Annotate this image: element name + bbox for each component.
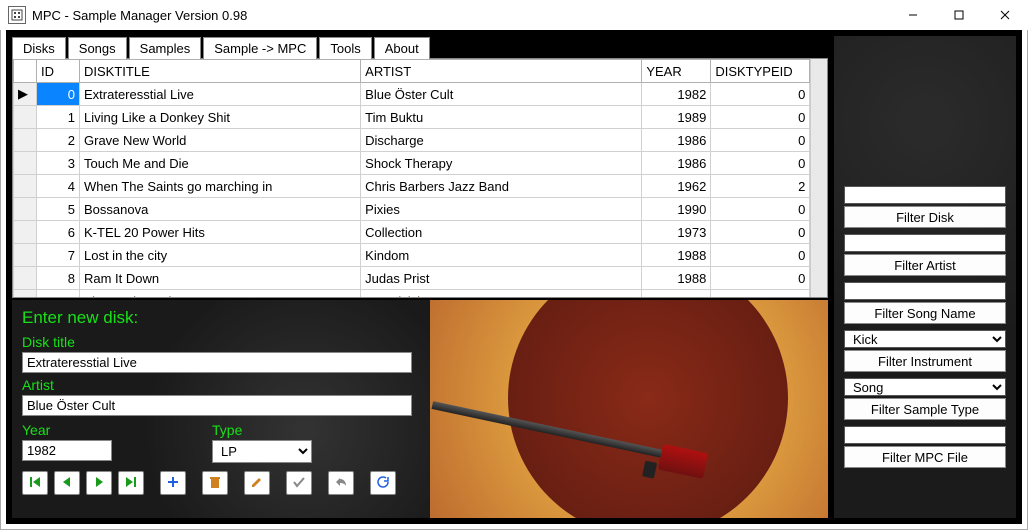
last-icon xyxy=(124,475,138,492)
client-area: DisksSongsSamplesSample -> MPCToolsAbout… xyxy=(6,30,1022,524)
delete-icon xyxy=(208,475,222,492)
undo-button[interactable] xyxy=(328,471,354,495)
filter-mpc-button[interactable]: Filter MPC File xyxy=(844,446,1006,468)
row-indicator xyxy=(14,244,37,267)
maximize-button[interactable] xyxy=(936,0,982,30)
tab-tools[interactable]: Tools xyxy=(319,37,371,59)
disks-grid[interactable]: IDDISKTITLEARTISTYEARDISKTYPEID ▶ 0 Extr… xyxy=(12,58,828,298)
col-disktypeid[interactable]: DISKTYPEID xyxy=(711,60,810,83)
row-indicator xyxy=(14,129,37,152)
row-indicator xyxy=(14,290,37,299)
edit-form: Enter new disk: Disk title Artist Year T… xyxy=(12,300,430,518)
table-row[interactable]: 4 When The Saints go marching inChris Ba… xyxy=(14,175,810,198)
prev-button[interactable] xyxy=(54,471,80,495)
preview-image xyxy=(430,300,828,518)
filter-artist-button[interactable]: Filter Artist xyxy=(844,254,1006,276)
table-row[interactable]: 2 Grave New WorldDischarge 19860 xyxy=(14,129,810,152)
row-indicator xyxy=(14,221,37,244)
table-row[interactable]: 8 Ram It DownJudas Prist 19880 xyxy=(14,267,810,290)
window-title: MPC - Sample Manager Version 0.98 xyxy=(32,8,890,23)
instrument-select[interactable]: Kick xyxy=(844,330,1006,348)
col-artist[interactable]: ARTIST xyxy=(361,60,642,83)
type-select[interactable]: LP xyxy=(212,440,312,463)
next-icon xyxy=(92,475,106,492)
tab-about[interactable]: About xyxy=(374,37,430,59)
artist-label: Artist xyxy=(22,377,420,393)
row-indicator xyxy=(14,152,37,175)
table-row[interactable]: ▶ 0 Extrateresstial LiveBlue Öster Cult … xyxy=(14,83,810,106)
tab-songs[interactable]: Songs xyxy=(68,37,127,59)
title-bar: MPC - Sample Manager Version 0.98 xyxy=(0,0,1028,30)
row-indicator xyxy=(14,198,37,221)
first-icon xyxy=(28,475,42,492)
minimize-button[interactable] xyxy=(890,0,936,30)
tab-samples[interactable]: Samples xyxy=(129,37,202,59)
app-window: MPC - Sample Manager Version 0.98 DisksS… xyxy=(0,0,1028,530)
tab-disks[interactable]: Disks xyxy=(12,37,66,59)
filter-song-button[interactable]: Filter Song Name xyxy=(844,302,1006,324)
confirm-icon xyxy=(292,475,306,492)
undo-icon xyxy=(334,475,348,492)
disk-title-input[interactable] xyxy=(22,352,412,373)
tab-sample-mpc[interactable]: Sample -> MPC xyxy=(203,37,317,59)
type-label: Type xyxy=(212,422,312,438)
refresh-icon xyxy=(376,475,390,492)
table-row[interactable]: 9 The Peel SessionJoy Division 18861 xyxy=(14,290,810,299)
col-year[interactable]: YEAR xyxy=(642,60,711,83)
app-icon xyxy=(8,6,26,24)
filter-panel: Filter Disk Filter Artist Filter Song Na… xyxy=(834,36,1016,518)
row-indicator: ▶ xyxy=(14,83,37,106)
col-disktitle[interactable]: DISKTITLE xyxy=(80,60,361,83)
edit-icon xyxy=(250,475,264,492)
next-button[interactable] xyxy=(86,471,112,495)
filter-disk-input[interactable] xyxy=(844,186,1006,204)
table-row[interactable]: 3 Touch Me and DieShock Therapy 19860 xyxy=(14,152,810,175)
filter-instrument-button[interactable]: Filter Instrument xyxy=(844,350,1006,372)
filter-artist-input[interactable] xyxy=(844,234,1006,252)
table-row[interactable]: 7 Lost in the cityKindom 19880 xyxy=(14,244,810,267)
table-row[interactable]: 6 K-TEL 20 Power HitsCollection 19730 xyxy=(14,221,810,244)
sampletype-select[interactable]: Song xyxy=(844,378,1006,396)
add-button[interactable] xyxy=(160,471,186,495)
col-id[interactable]: ID xyxy=(37,60,80,83)
delete-button[interactable] xyxy=(202,471,228,495)
year-label: Year xyxy=(22,422,112,438)
first-button[interactable] xyxy=(22,471,48,495)
filter-sampletype-button[interactable]: Filter Sample Type xyxy=(844,398,1006,420)
tab-strip: DisksSongsSamplesSample -> MPCToolsAbout xyxy=(12,36,828,58)
add-icon xyxy=(166,475,180,492)
form-heading: Enter new disk: xyxy=(22,308,420,328)
filter-song-input[interactable] xyxy=(844,282,1006,300)
refresh-button[interactable] xyxy=(370,471,396,495)
close-button[interactable] xyxy=(982,0,1028,30)
filter-disk-button[interactable]: Filter Disk xyxy=(844,206,1006,228)
year-input[interactable] xyxy=(22,440,112,461)
confirm-button[interactable] xyxy=(286,471,312,495)
row-indicator xyxy=(14,267,37,290)
edit-button[interactable] xyxy=(244,471,270,495)
filter-mpc-input[interactable] xyxy=(844,426,1006,444)
table-row[interactable]: 5 BossanovaPixies 19900 xyxy=(14,198,810,221)
record-nav-toolbar xyxy=(22,471,420,495)
prev-icon xyxy=(60,475,74,492)
row-indicator xyxy=(14,106,37,129)
disk-title-label: Disk title xyxy=(22,334,420,350)
artist-input[interactable] xyxy=(22,395,412,416)
row-indicator xyxy=(14,175,37,198)
grid-scrollbar[interactable] xyxy=(810,59,827,297)
last-button[interactable] xyxy=(118,471,144,495)
table-row[interactable]: 1 Living Like a Donkey ShitTim Buktu 198… xyxy=(14,106,810,129)
